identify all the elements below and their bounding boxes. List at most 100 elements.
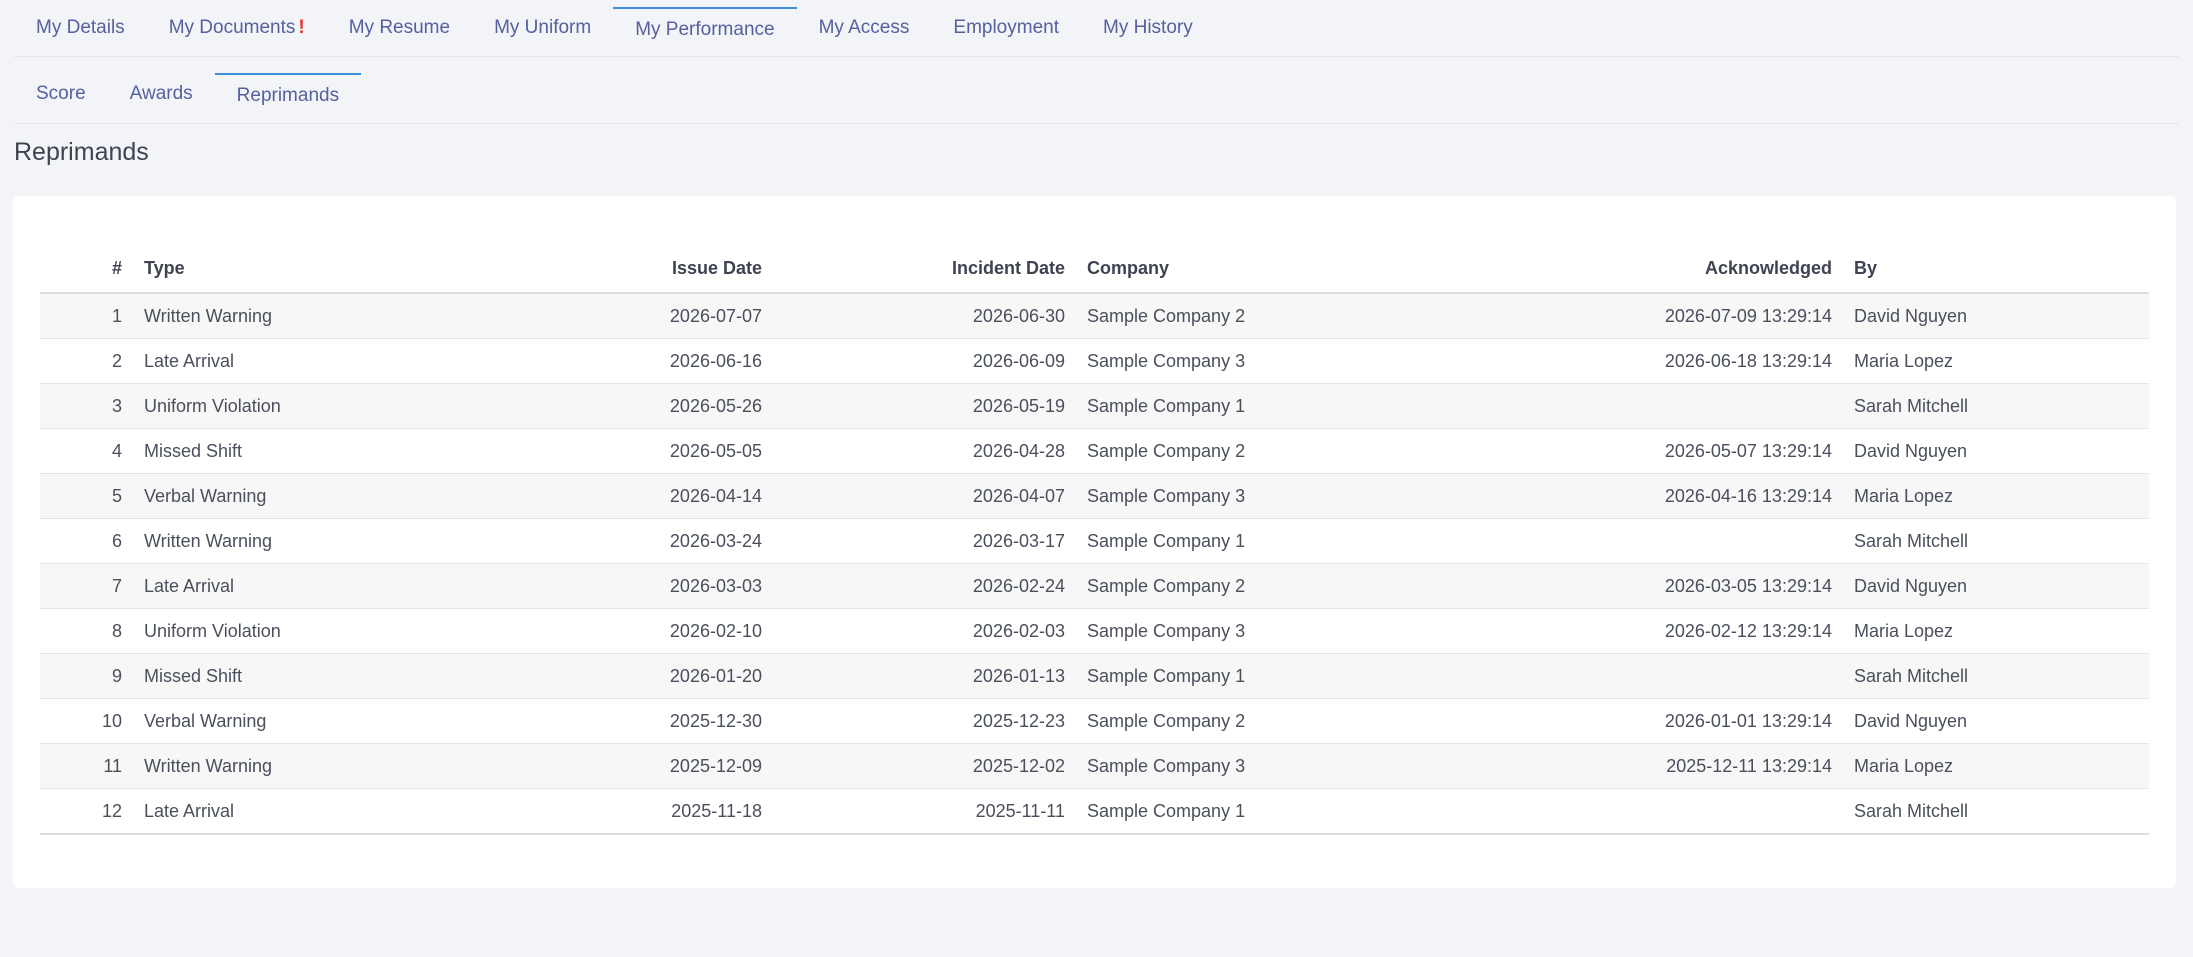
cell-issue-date: 2026-03-24 xyxy=(488,518,773,564)
main-tab-bar: My Details My Documents! My Resume My Un… xyxy=(14,0,2179,57)
cell-by: Maria Lopez xyxy=(1843,608,2149,654)
tab-my-access[interactable]: My Access xyxy=(797,0,932,56)
cell-by: David Nguyen xyxy=(1843,293,2149,339)
column-header-company[interactable]: Company xyxy=(1076,245,1422,294)
tab-label: My Resume xyxy=(348,17,451,38)
table-row[interactable]: 2 Late Arrival 2026-06-16 2026-06-09 Sample … xyxy=(40,338,2149,384)
cell-by: Maria Lopez xyxy=(1843,473,2149,519)
column-header-issue-date[interactable]: Issue Date xyxy=(488,245,773,294)
cell-type: Late Arrival xyxy=(133,338,488,384)
column-header-type[interactable]: Type xyxy=(133,245,488,294)
cell-issue-date: 2026-04-14 xyxy=(488,473,773,519)
table-row[interactable]: 5 Verbal Warning 2026-04-14 2026-04-07 Sampl… xyxy=(40,473,2149,519)
cell-issue-date: 2026-05-26 xyxy=(488,383,773,429)
cell-acknowledged: 2026-03-05 13:29:14 xyxy=(1422,563,1843,609)
cell-acknowledged xyxy=(1422,518,1843,564)
cell-company: Sample Company 2 xyxy=(1076,428,1422,474)
cell-company: Sample Company 2 xyxy=(1076,293,1422,339)
table-body: 1 Written Warning 2026-07-07 2026-06-30 Samp… xyxy=(40,293,2149,835)
column-header-by[interactable]: By xyxy=(1843,245,2149,294)
table-row[interactable]: 4 Missed Shift 2026-05-05 2026-04-28 Sample … xyxy=(40,428,2149,474)
cell-issue-date: 2026-02-10 xyxy=(488,608,773,654)
cell-issue-date: 2026-06-16 xyxy=(488,338,773,384)
cell-issue-date: 2025-11-18 xyxy=(488,788,773,835)
table-row[interactable]: 6 Written Warning 2026-03-24 2026-03-17 Samp… xyxy=(40,518,2149,564)
cell-num: 7 xyxy=(40,563,133,609)
cell-num: 8 xyxy=(40,608,133,654)
table-row[interactable]: 10 Verbal Warning 2025-12-30 2025-12-23 Samp… xyxy=(40,698,2149,744)
cell-company: Sample Company 3 xyxy=(1076,743,1422,789)
cell-type: Written Warning xyxy=(133,518,488,564)
cell-type: Missed Shift xyxy=(133,653,488,699)
cell-acknowledged xyxy=(1422,383,1843,429)
tab-label: My History xyxy=(1103,17,1193,38)
cell-type: Verbal Warning xyxy=(133,473,488,519)
cell-num: 10 xyxy=(40,698,133,744)
tab-label: My Details xyxy=(36,17,125,38)
cell-company: Sample Company 1 xyxy=(1076,383,1422,429)
cell-company: Sample Company 2 xyxy=(1076,698,1422,744)
cell-type: Late Arrival xyxy=(133,563,488,609)
cell-company: Sample Company 1 xyxy=(1076,788,1422,835)
reprimands-table: # Type Issue Date Incident Date Company … xyxy=(40,245,2149,835)
table-row[interactable]: 3 Uniform Violation 2026-05-26 2026-05-19 Sa… xyxy=(40,383,2149,429)
tab-label: My Access xyxy=(818,17,910,38)
table-row[interactable]: 8 Uniform Violation 2026-02-10 2026-02-03 Sa… xyxy=(40,608,2149,654)
page-title: Reprimands xyxy=(14,138,149,166)
tab-my-documents[interactable]: My Documents! xyxy=(147,0,327,56)
tab-label: My Uniform xyxy=(494,17,592,38)
cell-issue-date: 2025-12-09 xyxy=(488,743,773,789)
cell-by: Sarah Mitchell xyxy=(1843,788,2149,835)
cell-num: 3 xyxy=(40,383,133,429)
column-header-acknowledged[interactable]: Acknowledged xyxy=(1422,245,1843,294)
cell-acknowledged: 2026-01-01 13:29:14 xyxy=(1422,698,1843,744)
cell-type: Written Warning xyxy=(133,293,488,339)
cell-incident-date: 2026-06-09 xyxy=(773,338,1076,384)
cell-incident-date: 2026-04-07 xyxy=(773,473,1076,519)
tab-label: Reprimands xyxy=(236,85,340,106)
alert-icon: ! xyxy=(298,17,305,38)
cell-by: David Nguyen xyxy=(1843,428,2149,474)
tab-my-details[interactable]: My Details xyxy=(14,0,147,56)
cell-incident-date: 2025-12-23 xyxy=(773,698,1076,744)
column-header-num[interactable]: # xyxy=(40,245,133,294)
cell-acknowledged: 2025-12-11 13:29:14 xyxy=(1422,743,1843,789)
cell-num: 12 xyxy=(40,788,133,835)
table-row[interactable]: 7 Late Arrival 2026-03-03 2026-02-24 Sample … xyxy=(40,563,2149,609)
cell-incident-date: 2026-05-19 xyxy=(773,383,1076,429)
cell-incident-date: 2026-04-28 xyxy=(773,428,1076,474)
cell-type: Verbal Warning xyxy=(133,698,488,744)
cell-by: Sarah Mitchell xyxy=(1843,653,2149,699)
tab-reprimands[interactable]: Reprimands xyxy=(214,65,362,123)
cell-acknowledged: 2026-07-09 13:29:14 xyxy=(1422,293,1843,339)
table-row[interactable]: 12 Late Arrival 2025-11-18 2025-11-11 Sample… xyxy=(40,788,2149,835)
cell-by: David Nguyen xyxy=(1843,698,2149,744)
cell-incident-date: 2026-03-17 xyxy=(773,518,1076,564)
tab-label: Score xyxy=(36,83,86,104)
cell-company: Sample Company 1 xyxy=(1076,518,1422,564)
cell-issue-date: 2026-01-20 xyxy=(488,653,773,699)
tab-my-resume[interactable]: My Resume xyxy=(327,0,472,56)
tab-employment[interactable]: Employment xyxy=(931,0,1081,56)
cell-num: 11 xyxy=(40,743,133,789)
tab-label: My Performance xyxy=(635,19,775,40)
tab-awards[interactable]: Awards xyxy=(108,65,215,123)
cell-issue-date: 2026-07-07 xyxy=(488,293,773,339)
cell-company: Sample Company 2 xyxy=(1076,563,1422,609)
table-row[interactable]: 9 Missed Shift 2026-01-20 2026-01-13 Sample … xyxy=(40,653,2149,699)
tab-my-uniform[interactable]: My Uniform xyxy=(472,0,613,56)
cell-company: Sample Company 3 xyxy=(1076,473,1422,519)
table-row[interactable]: 1 Written Warning 2026-07-07 2026-06-30 Samp… xyxy=(40,293,2149,339)
cell-incident-date: 2026-02-03 xyxy=(773,608,1076,654)
cell-company: Sample Company 3 xyxy=(1076,338,1422,384)
cell-acknowledged: 2026-04-16 13:29:14 xyxy=(1422,473,1843,519)
tab-my-history[interactable]: My History xyxy=(1081,0,1215,56)
tab-label: My Documents xyxy=(168,17,296,38)
sub-tab-bar: Score Awards Reprimands xyxy=(14,65,2179,124)
column-header-incident-date[interactable]: Incident Date xyxy=(773,245,1076,294)
tab-my-performance[interactable]: My Performance xyxy=(613,0,797,56)
tab-score[interactable]: Score xyxy=(14,65,108,123)
table-row[interactable]: 11 Written Warning 2025-12-09 2025-12-02 Sam… xyxy=(40,743,2149,789)
cell-type: Uniform Violation xyxy=(133,608,488,654)
cell-incident-date: 2026-01-13 xyxy=(773,653,1076,699)
